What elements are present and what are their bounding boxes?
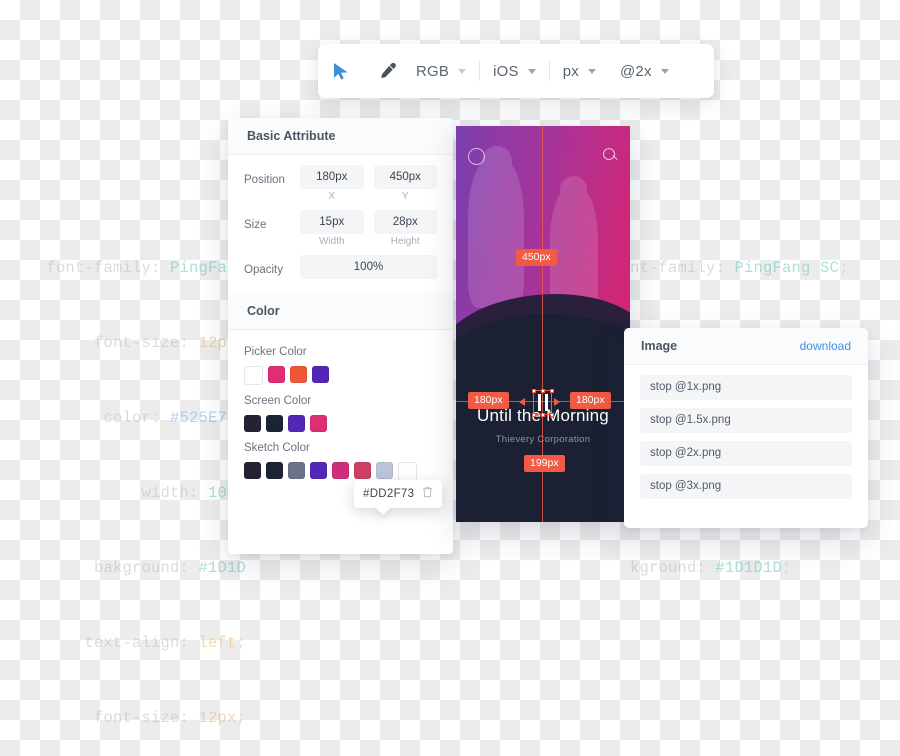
- measure-badge-right: 180px: [570, 392, 611, 409]
- list-item[interactable]: stop @2x.png: [640, 441, 852, 466]
- divider: [548, 61, 550, 81]
- measure-badge-bottom: 199px: [524, 455, 565, 472]
- image-panel-title: Image: [641, 339, 678, 353]
- position-y-input[interactable]: 450px: [373, 165, 437, 189]
- size-row: Size 15px Width 28px Height: [244, 210, 437, 253]
- size-height-sublabel: Height: [390, 236, 420, 247]
- divider: [479, 61, 481, 81]
- swatch[interactable]: [244, 462, 261, 479]
- swatch[interactable]: [332, 462, 349, 479]
- color-mode-label: RGB: [416, 62, 450, 80]
- swatch[interactable]: [244, 366, 263, 385]
- list-item[interactable]: stop @3x.png: [640, 474, 852, 499]
- color-hex-value: #DD2F73: [363, 488, 415, 500]
- circle-menu-icon[interactable]: [468, 148, 485, 165]
- swatch[interactable]: [312, 366, 329, 383]
- picker-color-label: Picker Color: [244, 346, 307, 358]
- image-panel-header: Image download: [624, 328, 868, 365]
- sketch-color-swatches: [244, 462, 437, 481]
- color-body: Picker Color Screen Color Sketch Color #…: [228, 330, 453, 516]
- opacity-label: Opacity: [244, 264, 283, 276]
- swatch[interactable]: [244, 415, 261, 432]
- measure-badge-top: 450px: [516, 249, 557, 266]
- chevron-down-icon: [458, 68, 467, 74]
- background-code-left: font-family: PingFang font-size: 12px; c…: [46, 259, 246, 727]
- opacity-input[interactable]: 100%: [300, 255, 437, 279]
- eyedropper-icon[interactable]: [364, 44, 410, 98]
- position-y-sublabel: Y: [401, 191, 409, 202]
- basic-attribute-header: Basic Attribute: [228, 118, 453, 155]
- position-x-sublabel: X: [328, 191, 336, 202]
- platform-dropdown[interactable]: iOS: [487, 44, 542, 98]
- cursor-arrow-icon[interactable]: [318, 44, 364, 98]
- basic-attribute-body: Position 180px X 450px Y Size 15px Width…: [228, 155, 453, 293]
- size-height-input[interactable]: 28px: [373, 210, 437, 234]
- color-header: Color: [228, 293, 453, 330]
- screen-color-swatches: [244, 415, 437, 432]
- swatch[interactable]: [268, 366, 285, 383]
- download-link[interactable]: download: [800, 339, 851, 353]
- trash-icon[interactable]: [422, 485, 433, 503]
- swatch[interactable]: [266, 462, 283, 479]
- unit-label: px: [562, 62, 579, 80]
- swatch[interactable]: [310, 415, 327, 432]
- measure-arrow-left: [519, 398, 525, 406]
- size-label: Size: [244, 219, 267, 231]
- swatch[interactable]: [288, 462, 305, 479]
- swatch[interactable]: [310, 462, 327, 479]
- phone-preview: Until the Morning Thievery Corporation 4…: [456, 126, 630, 522]
- swatch[interactable]: [354, 462, 371, 479]
- scale-label: @2x: [619, 62, 652, 80]
- color-hex-tooltip: #DD2F73: [354, 480, 443, 516]
- chevron-down-icon: [527, 68, 536, 74]
- inspector-panel: Basic Attribute Position 180px X 450px Y…: [228, 118, 453, 554]
- unit-dropdown[interactable]: px: [557, 44, 602, 98]
- tooltip-arrow: [375, 500, 391, 516]
- platform-label: iOS: [493, 62, 519, 80]
- picker-color-swatches: [244, 366, 437, 385]
- measure-arrow-right: [554, 398, 560, 406]
- search-icon[interactable]: [603, 148, 618, 163]
- position-x-input[interactable]: 180px: [300, 165, 364, 189]
- color-mode-dropdown[interactable]: RGB: [410, 44, 472, 98]
- chevron-down-icon: [587, 68, 596, 74]
- chevron-down-icon: [660, 68, 669, 74]
- size-width-sublabel: Width: [318, 236, 345, 247]
- swatch[interactable]: [398, 462, 417, 481]
- swatch[interactable]: [266, 415, 283, 432]
- swatch[interactable]: [288, 415, 305, 432]
- list-item[interactable]: stop @1.5x.png: [640, 408, 852, 433]
- swatch[interactable]: [376, 462, 393, 479]
- toolbar: RGB iOS px @2x: [318, 44, 714, 98]
- position-row: Position 180px X 450px Y: [244, 165, 437, 208]
- image-export-panel: Image download stop @1x.png stop @1.5x.p…: [624, 328, 868, 528]
- measure-badge-left: 180px: [468, 392, 509, 409]
- size-width-input[interactable]: 15px: [300, 210, 364, 234]
- image-file-list: stop @1x.png stop @1.5x.png stop @2x.png…: [624, 365, 868, 517]
- position-label: Position: [244, 174, 285, 186]
- swatch[interactable]: [290, 366, 307, 383]
- list-item[interactable]: stop @1x.png: [640, 375, 852, 400]
- selection-box[interactable]: [531, 388, 554, 417]
- opacity-row: Opacity 100%: [244, 255, 437, 279]
- screen-color-label: Screen Color: [244, 395, 312, 407]
- sketch-color-label: Sketch Color: [244, 442, 310, 454]
- scale-dropdown[interactable]: @2x: [614, 44, 675, 98]
